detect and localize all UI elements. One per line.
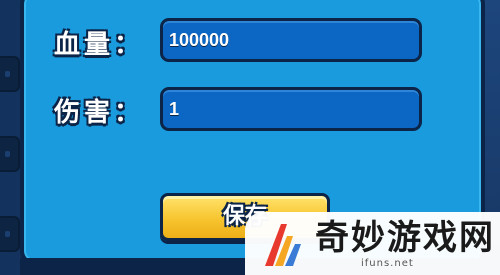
side-tab[interactable] xyxy=(0,56,20,92)
hp-label: 血量： xyxy=(54,30,145,60)
damage-label: 伤害： xyxy=(54,98,145,128)
game-screen: 血量： 伤害： 保存 奇妙游戏网 ifuns.net xyxy=(0,0,500,275)
hp-input[interactable] xyxy=(160,18,422,62)
side-tab[interactable] xyxy=(0,136,20,172)
damage-input[interactable] xyxy=(160,87,422,131)
side-tab[interactable] xyxy=(0,216,20,252)
watermark-brand: 奇妙游戏网 xyxy=(315,218,495,258)
site-watermark: 奇妙游戏网 ifuns.net xyxy=(245,212,500,275)
watermark-url: ifuns.net xyxy=(361,258,414,269)
site-logo-icon xyxy=(265,224,301,266)
